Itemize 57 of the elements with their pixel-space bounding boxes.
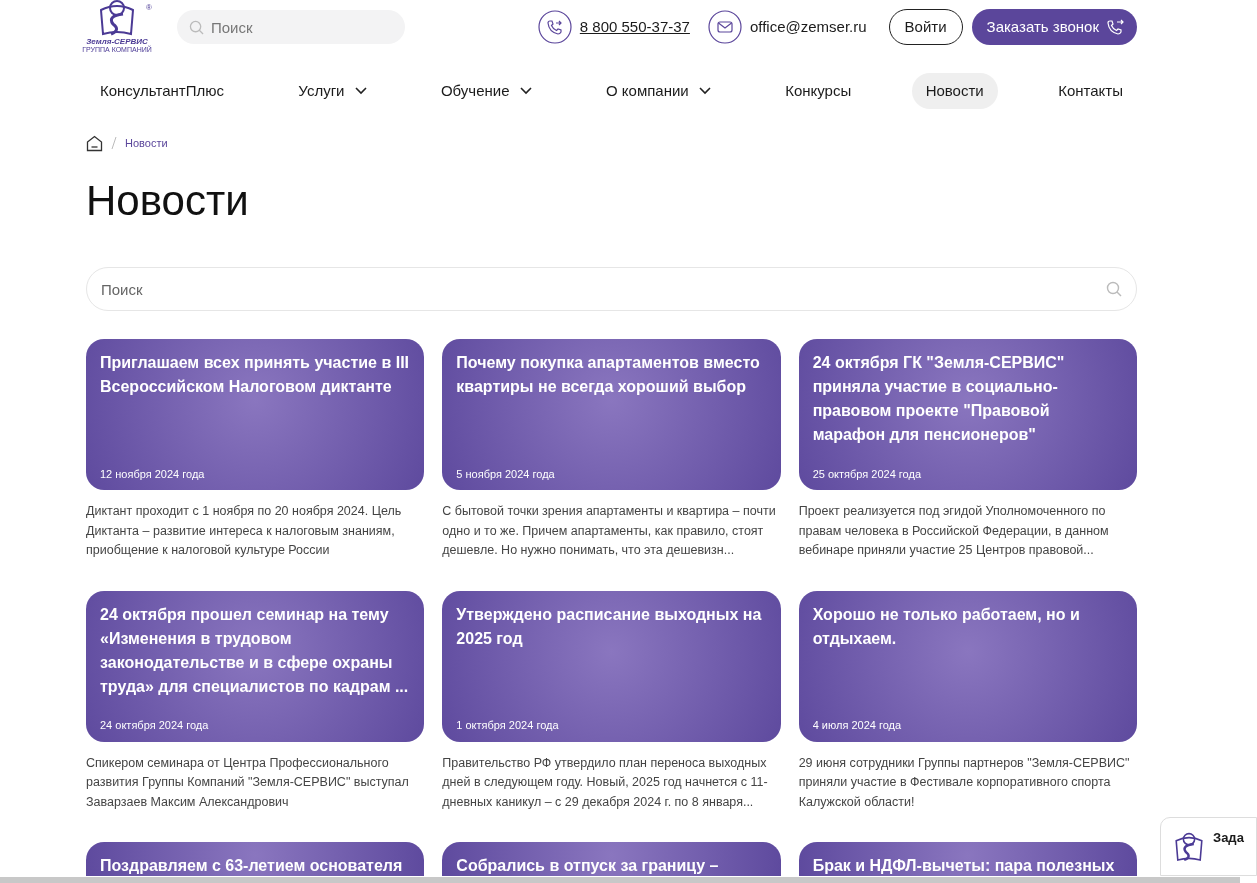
nav-item[interactable]: Конкурсы bbox=[771, 73, 866, 109]
news-date: 24 октября 2024 года bbox=[100, 718, 210, 733]
news-title: Приглашаем всех принять участие в III Всероссийском Налоговом диктанте bbox=[100, 353, 410, 397]
news-card-banner[interactable]: Хорошо не только работаем, но и отдыхаем. 4 июля 2024 года bbox=[798, 590, 1137, 742]
home-icon[interactable] bbox=[86, 134, 103, 152]
news-title: Поздравляем с 63-летием основателя bbox=[100, 856, 404, 876]
phone-link[interactable]: 8 800 550-37-37 bbox=[579, 15, 690, 39]
email-link[interactable]: office@zemser.ru bbox=[749, 15, 867, 39]
news-title: Утверждено расписание выходных на 2025 год bbox=[456, 604, 763, 649]
news-summary: Проект реализуется под эгидой Уполномоченного по правам человека в Российской Федерации, в данном вебинаре приняли участие 25 Центров правовой... bbox=[798, 503, 1110, 559]
news-title: Почему покупка апартаментов вместо квартиры не всегда хороший выбор bbox=[456, 353, 761, 397]
horizontal-scrollbar[interactable] bbox=[0, 877, 1240, 883]
news-summary: Спикером семинара от Центра Профессионального развития Группы Компаний "Земля-СЕРВИС" выступал Заварзаев Максим Александрович bbox=[86, 754, 410, 811]
search-icon bbox=[1106, 281, 1122, 297]
page-title: Новости bbox=[86, 180, 250, 222]
news-search-field[interactable]: Поиск bbox=[86, 267, 1137, 311]
breadcrumb-link[interactable]: Новости bbox=[125, 134, 168, 152]
chat-widget[interactable]: Зада bbox=[1160, 817, 1257, 876]
news-date: 5 ноября 2024 года bbox=[456, 466, 556, 482]
news-card-banner[interactable]: Собрались в отпуск за границу – bbox=[442, 842, 781, 876]
search-icon bbox=[189, 20, 204, 35]
news-date: 1 октября 2024 года bbox=[456, 718, 560, 733]
nav-item[interactable]: Контакты bbox=[1044, 73, 1137, 109]
search-field[interactable]: Поиск bbox=[177, 10, 405, 44]
news-title: Хорошо не только работаем, но и отдыхаем. bbox=[812, 604, 1081, 649]
logo-icon bbox=[97, 0, 137, 38]
news-date: 25 октября 2024 года bbox=[812, 466, 922, 482]
news-card-banner[interactable]: 24 октября ГК "Земля-СЕРВИС" приняла участие в социально-правовом проекте "Правовой марафон для пенсионеров" 25 октября 2024 года bbox=[798, 339, 1137, 490]
chat-label: Зада bbox=[1213, 829, 1244, 847]
news-title: Брак и НДФЛ-вычеты: пара полезных bbox=[812, 856, 1116, 876]
news-summary: С бытовой точки зрения апартаменты и квартира – почти одно и то же. Причем апартаменты, как правило, стоят дешевле. Но нужно понимать, что эта дешевизн... bbox=[442, 503, 777, 559]
nav-item[interactable]: Услуги bbox=[284, 73, 381, 109]
news-card-banner[interactable]: Почему покупка апартаментов вместо квартиры не всегда хороший выбор 5 ноября 2024 года bbox=[442, 339, 781, 490]
news-card-banner[interactable]: Поздравляем с 63-летием основателя bbox=[86, 842, 425, 876]
nav-item[interactable]: Обучение bbox=[426, 73, 546, 109]
logo-text: Земля-СЕРВИС bbox=[86, 37, 148, 46]
callback-button[interactable]: Заказать звонок bbox=[971, 9, 1137, 45]
news-card-banner[interactable]: 24 октября прошел семинар на тему «Изменения в трудовом законодательстве и в сфере охраны труда» для специалистов по кадрам ... 24 октября 2024 года bbox=[86, 590, 425, 742]
news-card-banner[interactable]: Утверждено расписание выходных на 2025 год 1 октября 2024 года bbox=[442, 590, 781, 742]
news-card-banner[interactable]: Приглашаем всех принять участие в III Всероссийском Налоговом диктанте 12 ноября 2024 года bbox=[86, 339, 425, 490]
breadcrumb-divider bbox=[111, 136, 117, 150]
news-summary: 29 июня сотрудники Группы партнеров "Земля-СЕРВИС" приняли участие в Фестивале корпоративного спорта Калужской области! bbox=[798, 754, 1131, 811]
news-title: 24 октября ГК "Земля-СЕРВИС" приняла участие в социально-правовом проекте "Правовой марафон для пенсионеров" bbox=[812, 353, 1066, 445]
news-summary: Правительство РФ утвердило план переноса выходных дней в следующем году. Новый, 2025 год начнется с 11-дневных каникул – с 29 декабря 2024 г. по 8 января... bbox=[442, 754, 769, 811]
phone-icon bbox=[537, 10, 572, 44]
news-date: 4 июля 2024 года bbox=[812, 718, 903, 733]
nav-item[interactable]: КонсультантПлюс bbox=[86, 73, 238, 109]
registered-mark: ® bbox=[146, 1, 152, 14]
mail-icon bbox=[707, 10, 742, 44]
nav-item[interactable]: О компании bbox=[591, 73, 725, 109]
phone-icon bbox=[1107, 18, 1125, 36]
news-title: Собрались в отпуск за границу – bbox=[456, 856, 720, 876]
news-date: 12 ноября 2024 года bbox=[100, 466, 206, 482]
news-title: 24 октября прошел семинар на тему «Изменения в трудовом законодательстве и в сфере охраны труда» для специалистов по кадрам ... bbox=[100, 604, 410, 697]
news-summary: Диктант проходит с 1 ноября по 20 ноября 2024. Цель Диктанта – развитие интереса к налоговым знаниям, приобщение к налоговой культуре России bbox=[86, 503, 403, 559]
news-card-banner[interactable]: Брак и НДФЛ-вычеты: пара полезных bbox=[798, 842, 1137, 876]
nav-item[interactable]: Новости bbox=[911, 73, 998, 109]
